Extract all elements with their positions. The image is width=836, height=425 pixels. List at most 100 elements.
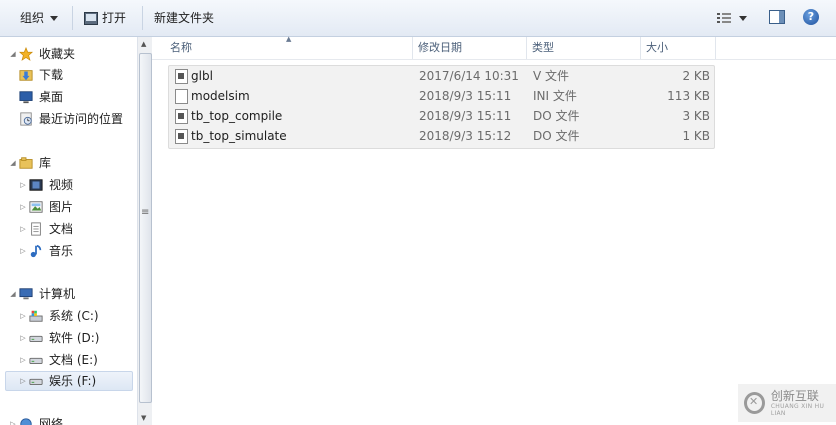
file-type: INI 文件 [533, 89, 577, 103]
nav-pictures-label: 图片 [49, 200, 74, 214]
nav-recent[interactable]: 最近访问的位置 [18, 109, 123, 129]
expand-arrow-icon[interactable]: ▷ [18, 219, 28, 239]
video-library-icon [29, 179, 43, 191]
expand-arrow-icon[interactable]: ◢ [8, 153, 18, 173]
nav-documents[interactable]: ▷ 文档 [18, 219, 73, 239]
scroll-down-arrow-icon[interactable]: ▼ [141, 414, 146, 422]
file-name: glbl [191, 69, 213, 83]
column-name[interactable]: 名称 [170, 40, 192, 56]
file-row[interactable]: modelsim 2018/9/3 15:11 INI 文件 113 KB [169, 86, 714, 106]
expand-arrow-icon[interactable]: ▷ [18, 197, 28, 217]
expand-arrow-icon[interactable]: ▷ [18, 371, 28, 391]
column-size[interactable]: 大小 [646, 40, 668, 56]
change-view-button[interactable] [717, 9, 747, 27]
expand-arrow-icon[interactable]: ◢ [8, 44, 18, 64]
file-row[interactable]: tb_top_simulate 2018/9/3 15:12 DO 文件 1 K… [169, 126, 714, 146]
library-icon [19, 157, 33, 169]
watermark-text: 创新互联 [770, 388, 819, 403]
column-header: ▲ 名称 修改日期 类型 大小 [152, 35, 836, 60]
file-row[interactable]: tb_top_compile 2018/9/3 15:11 DO 文件 3 KB [169, 106, 714, 126]
nav-libraries-label: 库 [39, 156, 52, 170]
nav-drive-d[interactable]: ▷ 软件 (D:) [18, 328, 99, 348]
scrollbar-thumb[interactable] [139, 53, 152, 403]
column-divider[interactable] [526, 37, 527, 59]
nav-downloads[interactable]: 下载 [18, 65, 63, 85]
expand-arrow-icon[interactable]: ▷ [18, 328, 28, 348]
nav-scrollbar[interactable]: ▲ ≡ ▼ [137, 37, 152, 425]
column-type[interactable]: 类型 [532, 40, 554, 56]
expand-arrow-icon[interactable]: ◢ [8, 284, 18, 304]
file-type: DO 文件 [533, 129, 580, 143]
file-list: ▲ 名称 修改日期 类型 大小 glbl 2017/6/14 10:31 V 文… [152, 35, 836, 425]
nav-videos-label: 视频 [49, 178, 74, 192]
new-folder-button[interactable]: 新建文件夹 [154, 9, 214, 27]
nav-documents-label: 文档 [49, 222, 74, 236]
nav-computer[interactable]: ◢ 计算机 [8, 284, 75, 304]
nav-downloads-label: 下载 [39, 68, 64, 82]
toolbar-divider [72, 6, 73, 30]
expand-arrow-icon[interactable]: ▷ [18, 306, 28, 326]
network-icon [20, 418, 32, 425]
file-date: 2018/9/3 15:11 [419, 89, 512, 103]
expand-arrow-icon[interactable]: ▷ [18, 175, 28, 195]
downloads-folder-icon [19, 70, 33, 81]
drive-icon [29, 378, 43, 385]
nav-network[interactable]: ▷ 网络 [8, 414, 63, 425]
file-row[interactable]: glbl 2017/6/14 10:31 V 文件 2 KB [169, 66, 714, 86]
file-size: 2 KB [682, 69, 710, 83]
organize-label: 组织 [20, 11, 45, 25]
open-label: 打开 [102, 11, 127, 25]
expand-arrow-icon[interactable]: ▷ [8, 414, 18, 425]
drive-icon [29, 357, 43, 364]
desktop-icon [19, 91, 33, 104]
scroll-up-arrow-icon[interactable]: ▲ [141, 40, 146, 48]
file-size: 113 KB [667, 89, 710, 103]
v-file-icon [175, 69, 188, 84]
nav-drive-d-label: 软件 (D:) [49, 331, 100, 345]
nav-drive-f[interactable]: ▷ 娱乐 (F:) [5, 371, 133, 391]
nav-libraries[interactable]: ◢ 库 [8, 153, 51, 173]
computer-icon [19, 288, 33, 300]
help-icon[interactable]: ? [803, 9, 819, 25]
file-name: tb_top_simulate [191, 129, 287, 143]
open-icon [84, 11, 98, 25]
file-type: V 文件 [533, 69, 570, 83]
recent-places-icon [20, 112, 32, 126]
do-file-icon [175, 129, 188, 144]
nav-drive-e-label: 文档 (E:) [49, 353, 98, 367]
star-icon [18, 47, 34, 61]
column-divider[interactable] [412, 37, 413, 59]
nav-drive-e[interactable]: ▷ 文档 (E:) [18, 350, 98, 370]
drive-icon [29, 335, 43, 342]
watermark-logo-icon [744, 392, 765, 414]
nav-favorites[interactable]: ◢ 收藏夹 [8, 44, 75, 64]
nav-pictures[interactable]: ▷ 图片 [18, 197, 73, 217]
file-type: DO 文件 [533, 109, 580, 123]
column-date[interactable]: 修改日期 [418, 40, 462, 56]
preview-pane-icon[interactable] [769, 10, 785, 24]
picture-library-icon [29, 201, 43, 213]
expand-arrow-icon[interactable]: ▷ [18, 350, 28, 370]
chevron-down-icon [50, 16, 59, 21]
navigation-pane: ◢ 收藏夹 下载 桌面 最近访问的位置 ◢ 库 ▷ 视频 ▷ 图片 ▷ 文档 ▷… [0, 37, 137, 425]
nav-desktop-label: 桌面 [39, 90, 64, 104]
nav-videos[interactable]: ▷ 视频 [18, 175, 73, 195]
nav-music-label: 音乐 [49, 244, 74, 258]
toolbar-divider [142, 6, 143, 30]
organize-button[interactable]: 组织 [20, 9, 59, 27]
nav-drive-c[interactable]: ▷ 系统 (C:) [18, 306, 98, 326]
nav-music[interactable]: ▷ 音乐 [18, 241, 73, 261]
nav-desktop[interactable]: 桌面 [18, 87, 63, 107]
chevron-down-icon [739, 15, 747, 21]
open-button[interactable]: 打开 [84, 9, 126, 27]
watermark: 创新互联 CHUANG XIN HU LIAN [738, 384, 836, 422]
system-drive-icon [29, 310, 43, 322]
scroll-grip-icon: ≡ [141, 207, 150, 218]
expand-arrow-icon[interactable]: ▷ [18, 241, 28, 261]
command-bar: 组织 打开 新建文件夹 ? [0, 0, 836, 37]
column-divider[interactable] [640, 37, 641, 59]
file-date: 2018/9/3 15:11 [419, 109, 512, 123]
file-name: modelsim [191, 89, 250, 103]
column-divider[interactable] [715, 37, 716, 59]
watermark-subtext: CHUANG XIN HU LIAN [770, 402, 825, 417]
